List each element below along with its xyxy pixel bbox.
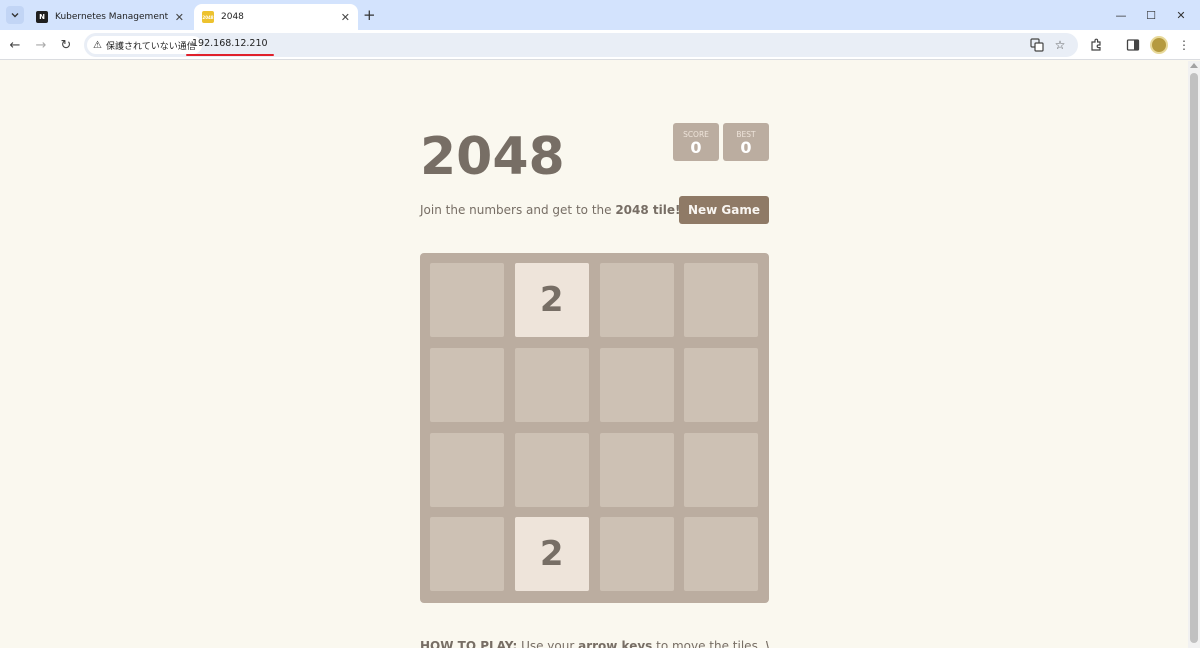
bookmark-star-icon[interactable]: ☆ — [1051, 36, 1069, 54]
url-underline-annotation — [186, 54, 274, 56]
extensions-puzzle-icon[interactable] — [1087, 36, 1105, 54]
grid-cell — [514, 432, 589, 507]
tab-2048[interactable]: 2048 2048 ✕ — [194, 4, 358, 30]
grid-cell — [684, 347, 759, 422]
grid-cell — [430, 263, 504, 337]
grid-cell — [599, 347, 674, 422]
howto-text: to move the tiles. When — [656, 639, 769, 648]
tab-kubernetes[interactable]: N Kubernetes Management - Nut ✕ — [28, 4, 192, 30]
security-label: 保護されていない通信 — [105, 41, 196, 52]
grid-cell — [599, 263, 674, 337]
tab-search-button[interactable] — [6, 6, 24, 24]
omnibox[interactable]: ⚠ 保護されていない通信 192.168.12.210 ☆ — [84, 33, 1078, 57]
close-window-icon[interactable]: ✕ — [1172, 6, 1190, 24]
grid-cell — [430, 517, 504, 592]
back-arrow-icon[interactable]: ← — [6, 36, 24, 54]
address-bar: ← → ↻ ⚠ 保護されていない通信 192.168.12.210 ☆ ⋮ — [0, 30, 1200, 60]
grid-cell — [514, 347, 589, 422]
security-chip[interactable]: ⚠ 保護されていない通信 — [87, 36, 202, 54]
game-board: 22 — [420, 253, 769, 603]
forward-arrow-icon[interactable]: → — [32, 36, 50, 54]
warning-triangle-icon: ⚠ — [93, 39, 102, 51]
tab-title: 2048 — [221, 12, 244, 22]
best-value: 0 — [740, 138, 752, 157]
howto-keys: arrow keys — [578, 639, 653, 648]
grid-cell — [430, 347, 504, 422]
url-text[interactable]: 192.168.12.210 — [192, 38, 268, 49]
close-tab-icon[interactable]: ✕ — [341, 11, 350, 24]
grid-cell — [599, 517, 674, 592]
grid-cell — [684, 263, 759, 337]
tab-title: Kubernetes Management - Nut — [55, 12, 171, 22]
scroll-thumb[interactable] — [1190, 73, 1198, 643]
profile-avatar[interactable] — [1150, 36, 1168, 54]
close-tab-icon[interactable]: ✕ — [175, 11, 184, 24]
score-value: 0 — [690, 138, 702, 157]
scroll-up-arrow-icon[interactable] — [1190, 63, 1198, 68]
grid-cell — [684, 432, 759, 507]
intro-goal: 2048 tile! — [615, 203, 681, 217]
more-menu-icon[interactable]: ⋮ — [1175, 36, 1193, 54]
grid-cell — [599, 432, 674, 507]
howto-heading: HOW TO PLAY: — [420, 639, 518, 648]
chevron-down-icon — [11, 13, 19, 18]
vertical-scrollbar[interactable] — [1188, 61, 1200, 648]
score-box: SCORE 0 — [673, 123, 719, 161]
grid-cell — [430, 432, 504, 507]
tile-2: 2 — [514, 263, 589, 337]
minimize-icon[interactable]: — — [1112, 6, 1130, 24]
game-title: 2048 — [420, 127, 565, 187]
2048-favicon-icon: 2048 — [202, 11, 214, 23]
intro-text: Join the numbers and get to the — [420, 203, 616, 217]
maximize-icon[interactable]: ☐ — [1142, 6, 1160, 24]
howto-text: Use your — [517, 639, 579, 648]
grid-cell — [684, 517, 759, 592]
new-tab-button[interactable]: + — [363, 6, 376, 24]
how-to-play: HOW TO PLAY: Use your arrow keys to move… — [420, 639, 769, 648]
best-box: BEST 0 — [723, 123, 769, 161]
translate-icon[interactable] — [1028, 36, 1046, 54]
tab-bar: N Kubernetes Management - Nut ✕ 2048 204… — [0, 0, 1200, 30]
nutanix-favicon-icon: N — [36, 11, 48, 23]
page-viewport: 2048 SCORE 0 BEST 0 Join the numbers and… — [0, 61, 1188, 648]
side-panel-icon[interactable] — [1124, 36, 1142, 54]
reload-icon[interactable]: ↻ — [57, 36, 75, 54]
new-game-button[interactable]: New Game — [679, 196, 769, 224]
game-intro: Join the numbers and get to the 2048 til… — [420, 203, 680, 217]
tile-2: 2 — [514, 517, 589, 592]
